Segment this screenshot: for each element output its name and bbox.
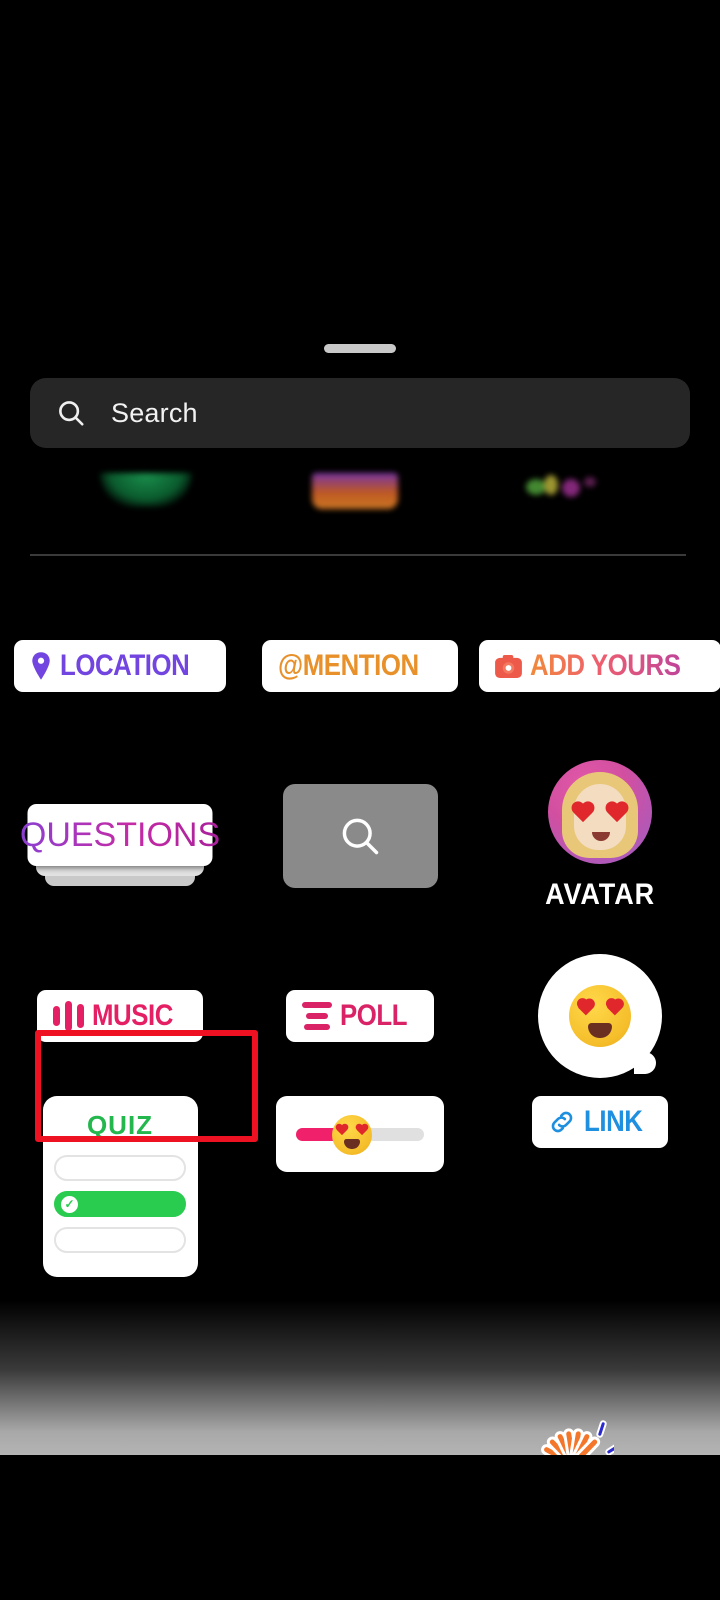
music-sticker-button[interactable]: MUSIC: [37, 990, 202, 1042]
slider-track[interactable]: [296, 1128, 424, 1141]
sticker-cell-link: LINK: [480, 1096, 720, 1148]
sheet-drag-handle[interactable]: [324, 344, 396, 353]
recent-stickers-row[interactable]: [0, 455, 720, 535]
section-divider: [30, 554, 686, 556]
search-icon: [56, 398, 86, 428]
sticker-cell-quiz: QUIZ ✓: [0, 1096, 240, 1277]
heart-eyes-emoji-icon: [569, 985, 631, 1047]
emoji-reaction-sticker-button[interactable]: [538, 954, 662, 1078]
slider-thumb-heart-eyes-emoji-icon[interactable]: [332, 1115, 372, 1155]
recent-sticker-orange[interactable]: [312, 473, 398, 509]
quiz-sticker-button[interactable]: QUIZ ✓: [43, 1096, 198, 1277]
flower-burst-sticker[interactable]: [528, 1414, 614, 1458]
sticker-cell-add-yours: ADD YOURS: [480, 640, 720, 692]
emoji-slider-sticker-button[interactable]: [276, 1096, 444, 1172]
sticker-cell-mention: @MENTION: [240, 640, 480, 692]
sticker-cell-avatar: AVATAR: [480, 760, 720, 912]
quiz-option-3[interactable]: [54, 1227, 186, 1253]
sticker-tray-sheet: Search: [0, 0, 720, 1600]
poll-sticker-label: POLL: [340, 999, 407, 1033]
quiz-sticker-label: QUIZ: [87, 1110, 153, 1141]
story-sticker-screen: Search: [0, 0, 720, 1600]
gif-sticker-button[interactable]: [283, 784, 438, 888]
questions-sticker-button[interactable]: QUESTIONS: [28, 786, 213, 886]
sticker-cell-questions: QUESTIONS: [0, 786, 240, 886]
sticker-row-3: MUSIC POLL: [0, 936, 720, 1096]
sticker-row-4: QUIZ ✓: [0, 1096, 720, 1296]
sticker-cell-poll: POLL: [240, 990, 480, 1042]
link-sticker-button[interactable]: LINK: [532, 1096, 668, 1148]
location-sticker-label: LOCATION: [60, 649, 189, 683]
search-placeholder: Search: [111, 398, 198, 429]
camera-icon: [495, 655, 522, 678]
check-icon: ✓: [61, 1196, 78, 1213]
sticker-cell-music: MUSIC: [0, 990, 240, 1042]
avatar-sticker-label: AVATAR: [545, 878, 655, 912]
questions-sticker-label: QUESTIONS: [20, 816, 220, 855]
sticker-row-1: LOCATION @MENTION: [0, 596, 720, 736]
map-pin-icon: [30, 652, 52, 680]
equalizer-icon: [53, 1001, 84, 1031]
search-bar[interactable]: Search: [30, 378, 690, 448]
bottom-black-bar: [0, 1455, 720, 1600]
sticker-row-2: QUESTIONS: [0, 736, 720, 936]
recent-sticker-green[interactable]: [100, 473, 192, 507]
quiz-option-2-correct[interactable]: ✓: [54, 1191, 186, 1217]
recent-sticker-multicolor[interactable]: [524, 473, 600, 503]
avatar: [548, 760, 652, 864]
avatar-sticker-button[interactable]: AVATAR: [539, 760, 661, 912]
chain-link-icon: [548, 1108, 576, 1136]
mention-sticker-label: @MENTION: [278, 649, 419, 683]
mention-sticker-button[interactable]: @MENTION: [262, 640, 458, 692]
add-yours-sticker-button[interactable]: ADD YOURS: [479, 640, 720, 692]
music-sticker-label: MUSIC: [92, 999, 173, 1033]
link-sticker-label: LINK: [584, 1105, 642, 1139]
poll-sticker-button[interactable]: POLL: [286, 990, 434, 1042]
poll-bars-icon: [302, 1002, 332, 1030]
questions-card-layer-front: QUESTIONS: [28, 804, 213, 866]
add-yours-sticker-label: ADD YOURS: [530, 649, 680, 683]
heart-eyes-glasses-icon: [570, 802, 630, 824]
sticker-cell-gif: [240, 784, 480, 888]
sticker-cell-emoji-slider: [240, 1096, 480, 1172]
sticker-cell-location: LOCATION: [0, 640, 240, 692]
location-sticker-button[interactable]: LOCATION: [14, 640, 226, 692]
search-icon: [338, 814, 382, 858]
sticker-grid: LOCATION @MENTION: [0, 596, 720, 1296]
sticker-cell-emoji-reaction: [480, 954, 720, 1078]
quiz-option-1[interactable]: [54, 1155, 186, 1181]
